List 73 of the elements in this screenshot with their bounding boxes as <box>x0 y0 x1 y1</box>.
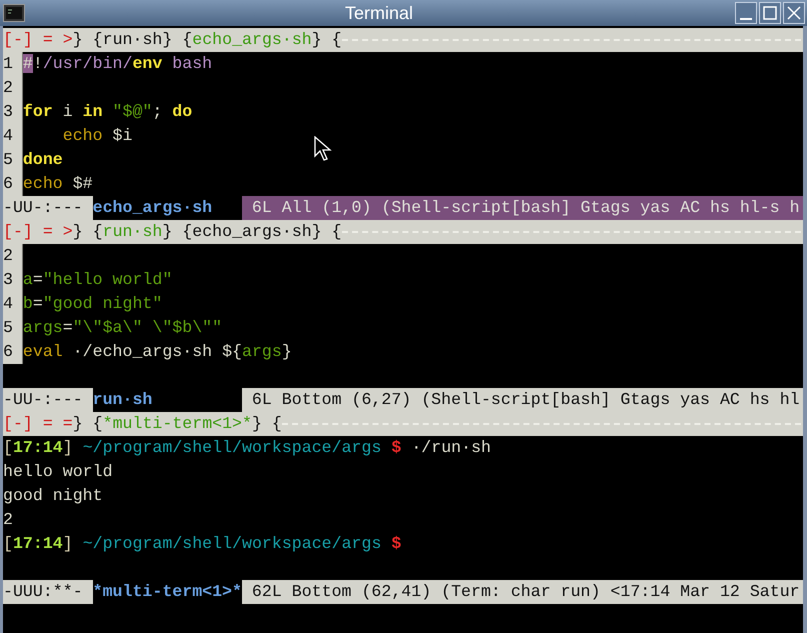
code-line: eval ·/echo_args·sh ${args} <box>22 341 292 363</box>
tab-bar-button[interactable]: > <box>62 220 73 244</box>
tab-brace: } <box>312 29 322 51</box>
code-line: a="hello world" <box>22 269 172 291</box>
terminal-icon <box>3 4 25 22</box>
mode-line-info: 6L Bottom (6,27) (Shell-script[bash] Gtags yas AC hs hl <box>242 388 803 412</box>
tab-bar-button[interactable]: [-] <box>3 220 33 244</box>
tab-bar-button[interactable]: > <box>62 28 73 52</box>
tab-brace: { <box>92 413 103 435</box>
buffer-name: echo_args·sh <box>92 197 214 219</box>
terminal-line: good night <box>3 485 103 507</box>
line-number: 4 <box>3 292 23 316</box>
line-number: 5 <box>3 316 23 340</box>
tab-bar-button[interactable]: [-] <box>3 28 33 52</box>
tab-brace: } <box>252 413 262 435</box>
line-number: 3 <box>3 100 23 124</box>
line-number: 4 <box>3 124 23 148</box>
close-button[interactable] <box>783 2 805 24</box>
tab-bar-button[interactable]: = <box>42 412 53 436</box>
line-number: 6 <box>3 340 23 364</box>
tab-brace: } <box>162 29 172 51</box>
maximize-icon <box>762 5 778 21</box>
buffer-tab[interactable]: run·sh <box>102 28 162 52</box>
tab-brace: { <box>92 221 103 243</box>
buffer-tab[interactable]: run·sh <box>102 220 162 244</box>
tab-brace: } <box>162 221 172 243</box>
terminal-line: hello world <box>3 461 113 483</box>
buffer-tab[interactable]: *multi-term<1>* <box>102 412 252 436</box>
tab-brace: { <box>332 221 342 243</box>
code-line: for i in "$@"; do <box>22 101 192 123</box>
mouse-pointer-icon <box>314 136 332 162</box>
mode-line-info: 62L Bottom (62,41) (Term: char run) <17:14 Mar 12 Satur <box>242 580 803 604</box>
code-line: #!/usr/bin/env bash <box>22 53 212 75</box>
tab-bar-text: } <box>72 413 83 435</box>
code-line: echo $# <box>22 173 93 195</box>
terminal-line: [17:14] ~/program/shell/workspace/args $ ·/run·sh <box>3 437 491 459</box>
mode-line-flags: -UUU:**- <box>3 580 93 604</box>
mode-line-flags: -UU-:--- <box>3 388 93 412</box>
line-number: 3 <box>3 268 23 292</box>
tab-brace: { <box>272 413 282 435</box>
buffer-tab[interactable]: echo_args·sh <box>192 220 312 244</box>
mode-line-flags: -UU-:--- <box>3 196 93 220</box>
terminal-line: [17:14] ~/program/shell/workspace/args $ <box>3 533 402 555</box>
terminal-line: 2 <box>3 509 13 531</box>
code-line: b="good night" <box>22 293 162 315</box>
line-number: 2 <box>3 76 23 100</box>
buffer-tab[interactable]: echo_args·sh <box>192 28 312 52</box>
mode-line-info: 6L All (1,0) (Shell-script[bash] Gtags yas AC hs hl-s h <box>242 196 803 220</box>
line-number: 5 <box>3 148 23 172</box>
maximize-button[interactable] <box>759 2 781 24</box>
close-icon <box>786 5 802 21</box>
code-line: args="\"$a\" \"$b\"" <box>22 317 222 339</box>
tab-brace: { <box>182 29 192 51</box>
minimize-button[interactable] <box>735 2 757 24</box>
tab-brace: { <box>332 29 342 51</box>
tab-bar-button[interactable]: = <box>42 220 53 244</box>
minimize-icon <box>740 18 752 20</box>
tab-bar-button[interactable]: = <box>42 28 53 52</box>
tab-brace: { <box>182 221 192 243</box>
tab-brace: { <box>92 29 103 51</box>
line-number: 1 <box>3 52 23 76</box>
code-line: done <box>22 149 63 171</box>
tab-bar-button[interactable]: [-] <box>3 412 33 436</box>
window-title: Terminal <box>344 2 414 25</box>
line-number: 6 <box>3 172 23 196</box>
code-line: echo $i <box>62 125 132 147</box>
tab-bar-text: } <box>72 221 83 243</box>
line-number: 2 <box>3 244 23 268</box>
buffer-name: *multi-term<1>* <box>92 581 242 603</box>
tab-bar-button[interactable]: = <box>62 412 73 436</box>
tab-bar-text: } <box>72 29 83 51</box>
buffer-name: run·sh <box>92 389 154 411</box>
tab-brace: } <box>312 221 322 243</box>
